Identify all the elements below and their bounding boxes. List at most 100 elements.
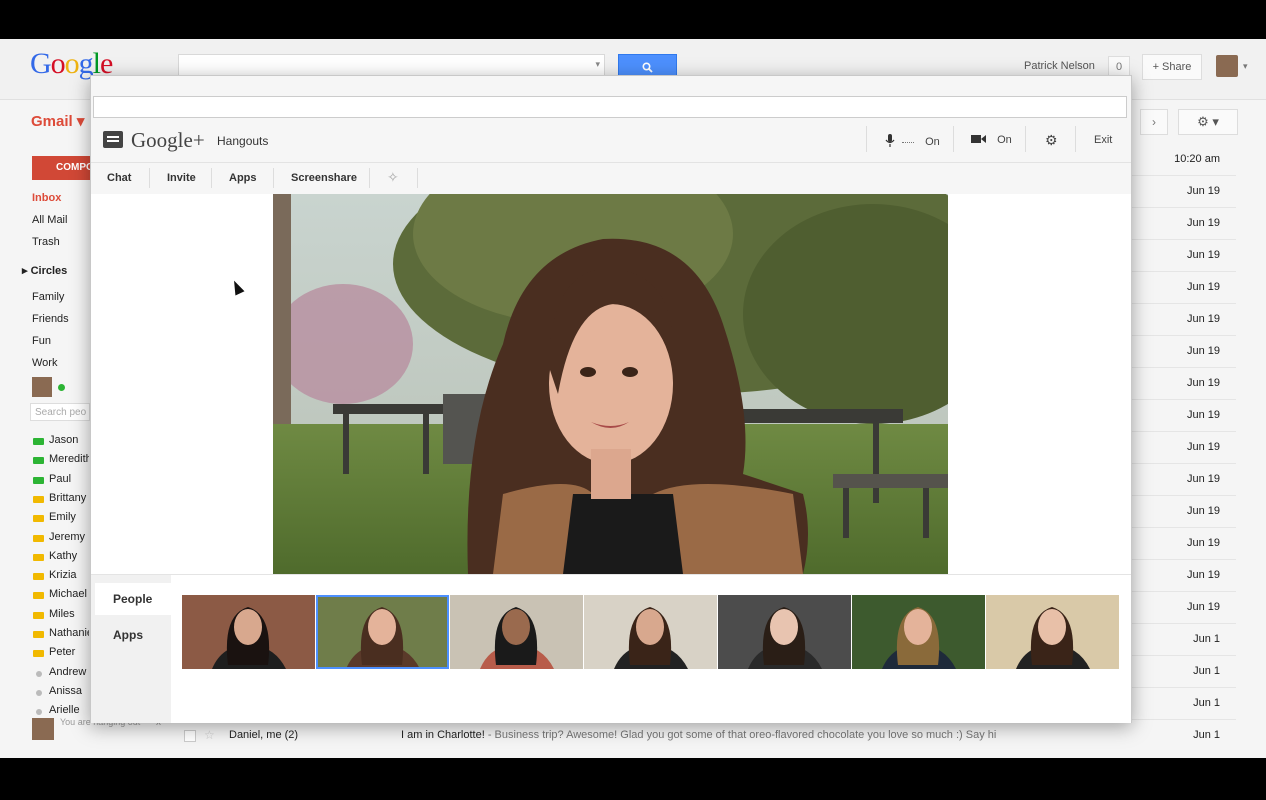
status-offline-icon <box>36 671 42 677</box>
contact-item[interactable]: Anissa <box>49 685 89 697</box>
message-date: Jun 19 <box>1186 345 1220 357</box>
letterbox-top <box>0 0 1266 39</box>
row-divider <box>1130 463 1236 464</box>
user-name[interactable]: Patrick Nelson <box>1024 60 1095 72</box>
participant-thumbnail[interactable] <box>316 595 449 669</box>
video-camera-icon <box>33 535 44 542</box>
message-date: Jun 19 <box>1186 569 1220 581</box>
camera-icon <box>971 135 986 143</box>
search-options-caret[interactable]: ▾ <box>595 59 600 70</box>
mic-state: On <box>925 136 940 148</box>
tab-invite[interactable]: Invite <box>167 172 196 184</box>
contact-item[interactable]: Jeremy <box>49 531 89 543</box>
toolbar-divider <box>273 168 274 188</box>
camera-toggle[interactable]: On <box>971 134 1012 146</box>
gmail-screen: Google ▾ Patrick Nelson 0 + Share ▾ Gmai… <box>0 39 1266 758</box>
message-date: Jun 19 <box>1186 441 1220 453</box>
row-divider <box>1130 399 1236 400</box>
video-camera-icon <box>33 650 44 657</box>
contact-item[interactable]: Nathanie <box>49 627 89 639</box>
contact-item[interactable]: Brittany <box>49 492 89 504</box>
circle-friends[interactable]: Friends <box>32 313 69 325</box>
message-date: Jun 19 <box>1186 473 1220 485</box>
participant-thumbnail[interactable] <box>718 595 851 669</box>
message-date: Jun 19 <box>1186 185 1220 197</box>
toolbar-divider <box>211 168 212 188</box>
tab-screenshare[interactable]: Screenshare <box>291 172 357 184</box>
mic-toggle[interactable]: On <box>885 134 940 148</box>
contact-item[interactable]: Paul <box>49 473 89 485</box>
contact-item[interactable]: Arielle <box>49 704 89 716</box>
participant-video <box>718 595 851 669</box>
contact-item[interactable]: Kathy <box>49 550 89 562</box>
hangouts-title: Hangouts <box>217 134 269 148</box>
participant-thumbnail[interactable] <box>450 595 583 669</box>
contact-item[interactable]: Michael <box>49 588 89 600</box>
participant-thumbnail[interactable] <box>986 595 1119 669</box>
letterbox-bottom <box>0 758 1266 800</box>
nav-all-mail[interactable]: All Mail <box>32 214 67 226</box>
contact-item[interactable]: Meredith <box>49 453 89 465</box>
participant-thumbnail[interactable] <box>584 595 717 669</box>
account-caret-icon[interactable]: ▾ <box>1243 61 1248 72</box>
status-online-icon[interactable] <box>58 384 65 391</box>
settings-button[interactable]: ⚙ ▾ <box>1178 109 1238 135</box>
account-avatar[interactable] <box>1216 55 1238 77</box>
exit-button[interactable]: Exit <box>1094 134 1112 146</box>
message-date: Jun 1 <box>1193 697 1220 709</box>
nav-trash[interactable]: Trash <box>32 236 60 248</box>
logo-letter: G <box>30 47 52 80</box>
message-date: 10:20 am <box>1174 153 1220 165</box>
circle-fun[interactable]: Fun <box>32 335 51 347</box>
mic-level-icon <box>902 141 915 143</box>
participant-video <box>852 595 985 669</box>
google-plus-brand: Google+ <box>131 128 205 152</box>
older-page-button[interactable]: › <box>1140 109 1168 135</box>
message-subject: I am in Charlotte! <box>401 729 485 741</box>
contact-item[interactable]: Peter <box>49 646 89 658</box>
side-tab-apps[interactable]: Apps <box>95 619 171 651</box>
gmail-app-switcher[interactable]: Gmail ▾ <box>31 112 84 130</box>
row-divider <box>1130 303 1236 304</box>
contact-item[interactable]: Andrew <box>49 666 89 678</box>
circles-header[interactable]: ▸ Circles <box>22 264 67 277</box>
tab-apps[interactable]: Apps <box>229 172 257 184</box>
status-offline-icon <box>36 709 42 715</box>
video-camera-icon <box>33 438 44 445</box>
contact-item[interactable]: Jason <box>49 434 89 446</box>
participant-thumbnail[interactable] <box>182 595 315 669</box>
row-checkbox[interactable] <box>184 730 196 742</box>
circle-work[interactable]: Work <box>32 357 57 369</box>
participant-thumbnail[interactable] <box>852 595 985 669</box>
tab-chat[interactable]: Chat <box>107 172 131 184</box>
effects-icon[interactable]: ✧ <box>387 169 399 186</box>
contact-item[interactable]: Krizia <box>49 569 89 581</box>
search-people-input[interactable]: Search peo <box>30 403 90 421</box>
participant-video <box>584 595 717 669</box>
hangout-chat-icon <box>103 131 123 148</box>
microphone-icon <box>885 134 895 147</box>
video-camera-icon <box>33 612 44 619</box>
message-date: Jun 19 <box>1186 217 1220 229</box>
header-divider <box>1025 126 1026 152</box>
circle-family[interactable]: Family <box>32 291 64 303</box>
logo-letter: o <box>64 47 80 80</box>
my-avatar[interactable] <box>32 377 52 397</box>
main-video[interactable] <box>273 194 948 574</box>
video-camera-icon <box>33 631 44 638</box>
hangout-settings-button[interactable]: ⚙ <box>1045 132 1058 149</box>
row-divider <box>1130 207 1236 208</box>
hangout-url-bar[interactable] <box>93 96 1127 118</box>
gear-icon: ⚙ <box>1045 132 1058 148</box>
message-row[interactable]: ☆ Daniel, me (2) I am in Charlotte! - Bu… <box>180 728 1236 746</box>
nav-inbox[interactable]: Inbox <box>32 192 61 204</box>
contact-item[interactable]: Emily <box>49 511 89 523</box>
star-icon[interactable]: ☆ <box>204 728 215 742</box>
video-camera-icon <box>33 457 44 464</box>
message-date: Jun 19 <box>1186 409 1220 421</box>
contact-item[interactable]: Miles <box>49 608 89 620</box>
side-tab-people[interactable]: People <box>95 583 171 615</box>
hangout-filmstrip-panel: People Apps <box>91 574 1131 723</box>
share-button[interactable]: + Share <box>1142 54 1202 80</box>
toolbar-divider <box>417 168 418 188</box>
